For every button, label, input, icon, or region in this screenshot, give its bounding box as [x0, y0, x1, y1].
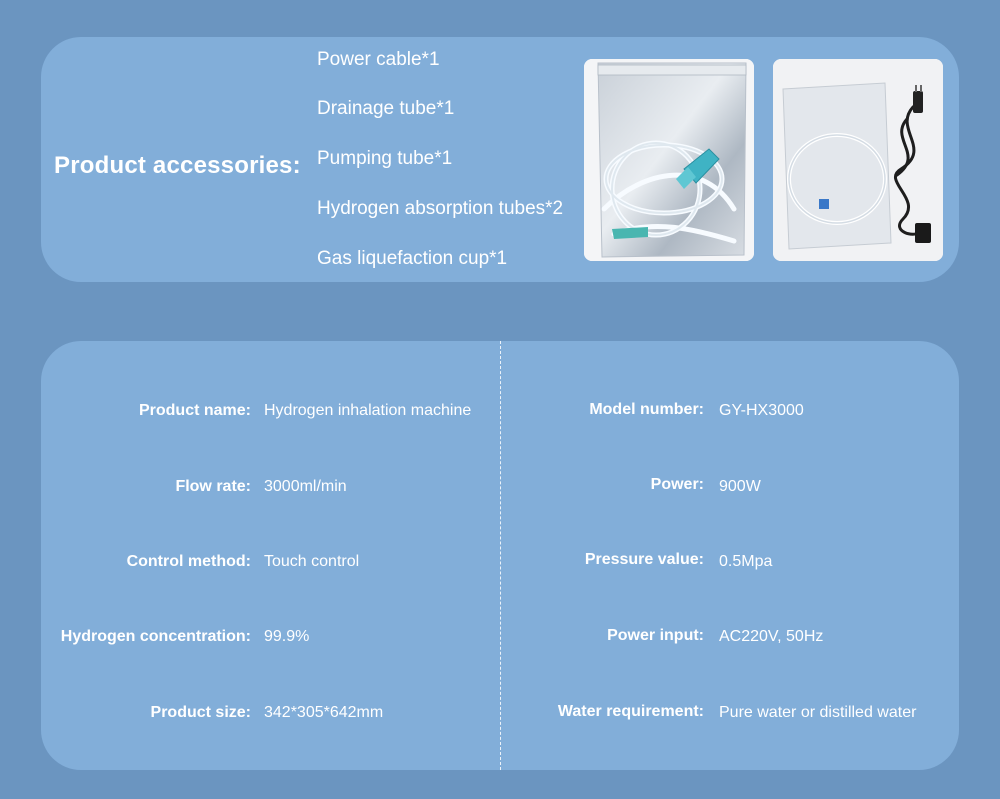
spec-value-product-size: 342*305*642mm — [264, 704, 384, 721]
spec-value-power-input: AC220V, 50Hz — [719, 628, 824, 645]
spec-label-flow-rate: Flow rate: — [175, 478, 251, 495]
spec-value-control-method: Touch control — [264, 553, 360, 570]
spec-value-product-name: Hydrogen inhalation machine — [264, 402, 472, 419]
spec-label-model-number: Model number: — [589, 401, 704, 418]
specifications-card: Product name: Hydrogen inhalation machin… — [41, 341, 959, 770]
spec-value-pressure-value: 0.5Mpa — [719, 553, 773, 570]
accessory-item-drainage-tube: Drainage tube*1 — [317, 98, 455, 119]
spec-label-water-requirement: Water requirement: — [557, 703, 704, 720]
spec-value-flow-rate: 3000ml/min — [264, 478, 347, 495]
spec-label-hydrogen-concentration: Hydrogen concentration: — [60, 628, 251, 645]
spec-value-water-requirement: Pure water or distilled water — [719, 704, 917, 721]
spec-value-power: 900W — [719, 478, 761, 495]
spec-label-product-name: Product name: — [138, 402, 251, 419]
spec-label-control-method: Control method: — [126, 553, 251, 570]
spec-value-hydrogen-concentration: 99.9% — [264, 628, 310, 645]
accessories-card: Product accessories: Power cable*1 Drain… — [41, 37, 959, 282]
spec-label-power-input: Power input: — [607, 627, 704, 644]
spec-value-model-number: GY-HX3000 — [719, 402, 804, 419]
accessory-bag-photo — [584, 59, 754, 261]
spec-label-product-size: Product size: — [150, 704, 251, 721]
accessory-item-absorption-tubes: Hydrogen absorption tubes*2 — [317, 198, 564, 219]
spec-label-power: Power: — [650, 476, 704, 493]
tubes-in-bag-image — [584, 59, 754, 261]
accessory-item-power-cable: Power cable*1 — [317, 49, 440, 70]
accessories-title: Product accessories: — [54, 152, 301, 179]
power-cable-image — [773, 59, 943, 261]
spec-label-pressure-value: Pressure value: — [584, 551, 704, 568]
accessory-item-pumping-tube: Pumping tube*1 — [317, 148, 453, 169]
column-divider — [500, 341, 501, 770]
accessory-item-liquefaction-cup: Gas liquefaction cup*1 — [317, 248, 508, 269]
accessory-cable-photo — [773, 59, 943, 261]
